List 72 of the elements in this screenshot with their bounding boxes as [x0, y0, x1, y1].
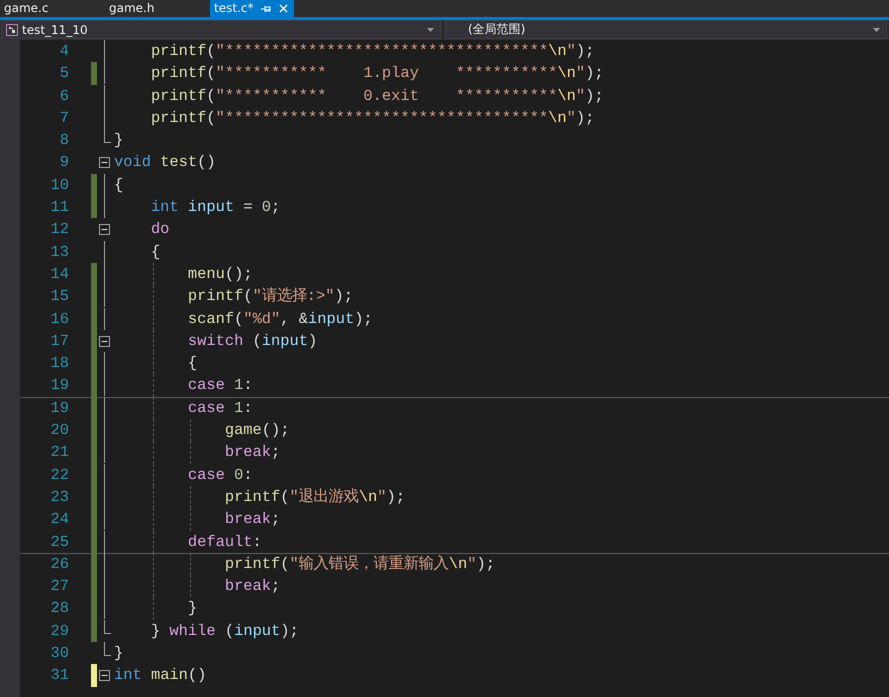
code-line: printf("*********** 0.exit ***********\n"); — [150, 86, 604, 107]
collapse-icon[interactable] — [99, 670, 110, 682]
line-number: 8 — [58, 130, 69, 152]
line-number: 11 — [50, 197, 69, 218]
line-number: 12 — [50, 219, 69, 240]
line-number: 25 — [50, 532, 69, 553]
code-line: menu(); — [114, 262, 253, 286]
line-number: 22 — [50, 464, 69, 486]
line-number: 17 — [50, 330, 69, 352]
code-line: int main() — [114, 665, 206, 686]
line-number: 18 — [50, 353, 69, 374]
code-line: case 1: — [114, 374, 253, 397]
code-line: } — [114, 597, 198, 620]
code-line: int input = 0; — [150, 197, 280, 218]
code-line: } — [114, 130, 124, 152]
code-line: printf("*********** 1.play ***********\n"); — [150, 63, 604, 84]
code-line: } while (input); — [150, 620, 299, 642]
line-number: 29 — [50, 620, 69, 642]
line-number: 7 — [58, 108, 69, 129]
collapse-icon[interactable] — [99, 336, 110, 347]
line-number: 14 — [50, 264, 69, 285]
file-tab[interactable]: test.c* — [210, 0, 294, 17]
line-number: 24 — [50, 509, 69, 530]
code-line: printf("***********************************\n"); — [150, 41, 594, 62]
code-line: { — [150, 242, 160, 263]
collapse-icon[interactable] — [99, 157, 110, 168]
line-number: 30 — [50, 643, 69, 664]
code-line: printf("输入错误，请重新输入\n"); — [114, 552, 495, 576]
pin-icon[interactable] — [261, 4, 272, 12]
code-line: game(); — [114, 419, 290, 442]
line-number: 20 — [50, 420, 69, 442]
member-dropdown[interactable]: (全局范围) — [445, 20, 887, 39]
line-number: 26 — [50, 554, 69, 575]
code-line: case 0: — [114, 464, 253, 486]
code-line: printf("退出游戏\n"); — [114, 486, 405, 508]
line-number: 6 — [58, 86, 69, 107]
collapse-icon[interactable] — [99, 224, 110, 236]
code-line: { — [114, 352, 198, 374]
code-line: do — [150, 219, 170, 240]
file-tab[interactable]: game.c — [0, 0, 105, 17]
code-line: { — [114, 174, 124, 196]
code-line: } — [114, 643, 124, 664]
caret-icon — [427, 28, 434, 32]
line-number: 5 — [58, 63, 69, 84]
code-line: break; — [114, 575, 280, 598]
line-number: 9 — [58, 152, 69, 174]
scope-dropdown[interactable]: test_11_10 — [1, 20, 441, 39]
file-tab[interactable]: game.h — [105, 0, 210, 17]
line-number: 19 — [50, 375, 69, 396]
code-line: break; — [114, 508, 280, 531]
line-number: 16 — [50, 308, 69, 330]
line-number: 4 — [58, 41, 69, 62]
line-number: 21 — [50, 442, 69, 464]
line-number: 27 — [50, 576, 69, 598]
code-line: default: — [114, 530, 262, 553]
code-line: printf("***********************************\n"); — [150, 108, 594, 129]
line-number: 19 — [50, 398, 69, 419]
caret-icon — [873, 28, 880, 32]
code-line: void test() — [114, 152, 216, 174]
line-number: 10 — [50, 174, 69, 196]
code-line: switch (input) — [114, 330, 318, 352]
code-line: scanf("%d", &input); — [114, 308, 373, 330]
line-number: 28 — [50, 598, 69, 620]
close-icon[interactable] — [279, 4, 288, 13]
line-number: 15 — [50, 286, 69, 308]
line-number: 13 — [50, 242, 69, 263]
line-number: 23 — [50, 486, 69, 508]
code-line: printf("请选择:>"); — [114, 285, 353, 308]
project-icon — [6, 24, 18, 36]
line-number: 31 — [50, 665, 69, 686]
code-line: case 1: — [114, 396, 253, 420]
code-line: break; — [114, 441, 280, 464]
